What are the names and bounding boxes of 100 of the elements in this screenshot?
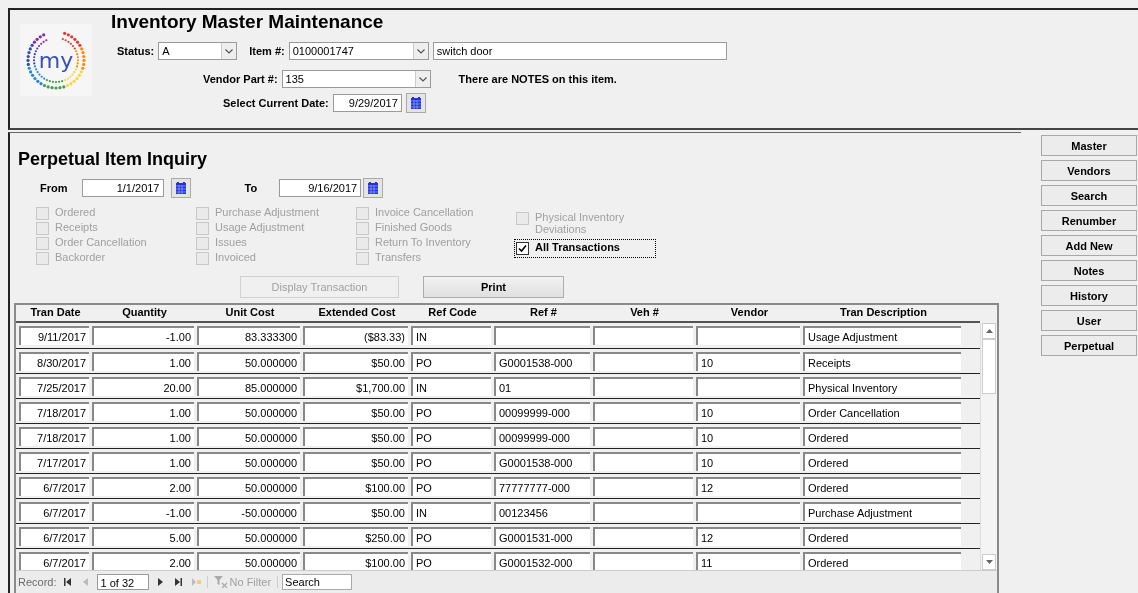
table-cell: Ordered: [803, 526, 961, 546]
calendar-icon: [368, 182, 379, 194]
notes-message: There are NOTES on this item.: [458, 73, 617, 85]
window-title: Inventory Master Maintenance: [111, 11, 385, 33]
table-cell: 50.000000: [197, 401, 300, 421]
table-cell: 1.00: [92, 426, 194, 446]
table-cell: 10: [696, 351, 800, 371]
scrollbar-thumb[interactable]: [982, 339, 996, 394]
scroll-down-icon[interactable]: [985, 560, 993, 564]
table-cell: ($83.33): [303, 326, 408, 345]
table-cell: $50.00: [303, 426, 408, 446]
from-label: From: [40, 182, 68, 194]
column-header: Ref #: [529, 305, 558, 320]
column-header: Tran Date: [29, 305, 82, 320]
side-button[interactable]: Search: [1041, 185, 1137, 206]
table-cell: -50.000000: [197, 501, 300, 521]
table-cell: 1.00: [92, 401, 194, 421]
status-dropdown[interactable]: A: [158, 42, 238, 60]
table-cell: Purchase Adjustment: [803, 501, 961, 521]
filter-checkbox[interactable]: All Transactions: [516, 241, 654, 256]
table-cell: 1.00: [92, 451, 194, 471]
record-label: Record:: [18, 576, 57, 588]
table-cell: PO: [411, 426, 491, 446]
table-cell: Ordered: [803, 551, 961, 570]
table-cell: Usage Adjustment: [803, 326, 961, 345]
table-cell: Ordered: [803, 426, 961, 446]
side-button[interactable]: History: [1041, 285, 1137, 306]
table-cell: 00123456: [494, 501, 590, 521]
item-dropdown[interactable]: 0100001747: [288, 42, 429, 60]
side-button[interactable]: Add New: [1041, 235, 1137, 256]
print-button[interactable]: Print: [423, 276, 564, 298]
table-cell: $250.00: [303, 526, 408, 546]
table-cell: 12: [696, 526, 800, 546]
table-cell: 50.000000: [197, 526, 300, 546]
table-cell: PO: [411, 451, 491, 471]
table-cell: IN: [411, 501, 491, 521]
calendar-button[interactable]: [363, 178, 384, 198]
table-cell: 6/7/2017: [19, 526, 89, 546]
side-button[interactable]: Perpetual: [1041, 335, 1137, 356]
table-cell: 00099999-000: [494, 426, 590, 446]
table-cell: 9/11/2017: [19, 326, 89, 345]
first-arrow-icon: [62, 577, 73, 587]
table-cell: 10: [696, 401, 800, 421]
column-header: Quantity: [121, 305, 168, 320]
side-button[interactable]: Notes: [1041, 260, 1137, 281]
table-cell: 50.000000: [197, 551, 300, 570]
description-field[interactable]: switch door: [432, 42, 727, 60]
table-cell: 10: [696, 426, 800, 446]
table-cell: IN: [411, 376, 491, 396]
table-cell: 7/18/2017: [19, 401, 89, 421]
column-header: Extended Cost: [317, 305, 397, 320]
table-cell: $100.00: [303, 476, 408, 496]
calendar-icon: [175, 182, 186, 194]
vendor-part-label: Vendor Part #:: [203, 73, 278, 85]
table-cell: PO: [411, 351, 491, 371]
table-cell: 6/7/2017: [19, 476, 89, 496]
table-cell: 00099999-000: [494, 401, 590, 421]
table-cell: 6/7/2017: [19, 501, 89, 521]
table-cell: 11: [696, 551, 800, 570]
status-label: Status:: [117, 45, 155, 57]
section-title: Perpetual Item Inquiry: [18, 149, 209, 170]
caret-icon: [416, 48, 425, 54]
column-header: Ref Code: [427, 305, 478, 320]
table-cell: Ordered: [803, 476, 961, 496]
current-date-field[interactable]: 9/29/2017: [332, 94, 402, 112]
calendar-button[interactable]: [170, 178, 191, 198]
table-cell: 85.000000: [197, 376, 300, 396]
table-cell: $50.00: [303, 451, 408, 471]
vertical-scrollbar[interactable]: [980, 323, 997, 570]
table-cell: 12: [696, 476, 800, 496]
vendor-part-dropdown[interactable]: 135: [281, 70, 431, 88]
table-cell: G0001531-000: [494, 526, 590, 546]
table-cell: 7/25/2017: [19, 376, 89, 396]
side-button[interactable]: Master: [1041, 135, 1137, 156]
to-date-field[interactable]: 9/16/2017: [279, 179, 362, 197]
table-cell: 77777777-000: [494, 476, 590, 496]
table-cell: 20.00: [92, 376, 194, 396]
side-button[interactable]: Vendors: [1041, 160, 1137, 181]
table-cell: $50.00: [303, 501, 408, 521]
table-cell: 1.00: [92, 351, 194, 371]
caret-icon: [418, 76, 427, 82]
record-position-field[interactable]: 1 of 32: [96, 574, 149, 590]
table-cell: G0001532-000: [494, 551, 590, 570]
logo: my: [20, 24, 92, 96]
checkmark-icon: [517, 243, 528, 254]
current-date-label: Select Current Date:: [223, 97, 329, 109]
table-cell: $1,700.00: [303, 376, 408, 396]
search-field[interactable]: Search: [282, 574, 353, 590]
table-cell: PO: [411, 476, 491, 496]
side-button[interactable]: Renumber: [1041, 210, 1137, 231]
calendar-button[interactable]: [405, 93, 426, 113]
table-cell: IN: [411, 326, 491, 345]
table-cell: 7/18/2017: [19, 426, 89, 446]
item-label: Item #:: [249, 45, 285, 57]
table-cell: Physical Inventory: [803, 376, 961, 396]
side-button[interactable]: User: [1041, 310, 1137, 331]
from-date-field[interactable]: 1/1/2017: [81, 179, 164, 197]
table-cell: G0001538-000: [494, 451, 590, 471]
column-header: Veh #: [629, 305, 660, 320]
scroll-up-icon[interactable]: [985, 329, 993, 333]
